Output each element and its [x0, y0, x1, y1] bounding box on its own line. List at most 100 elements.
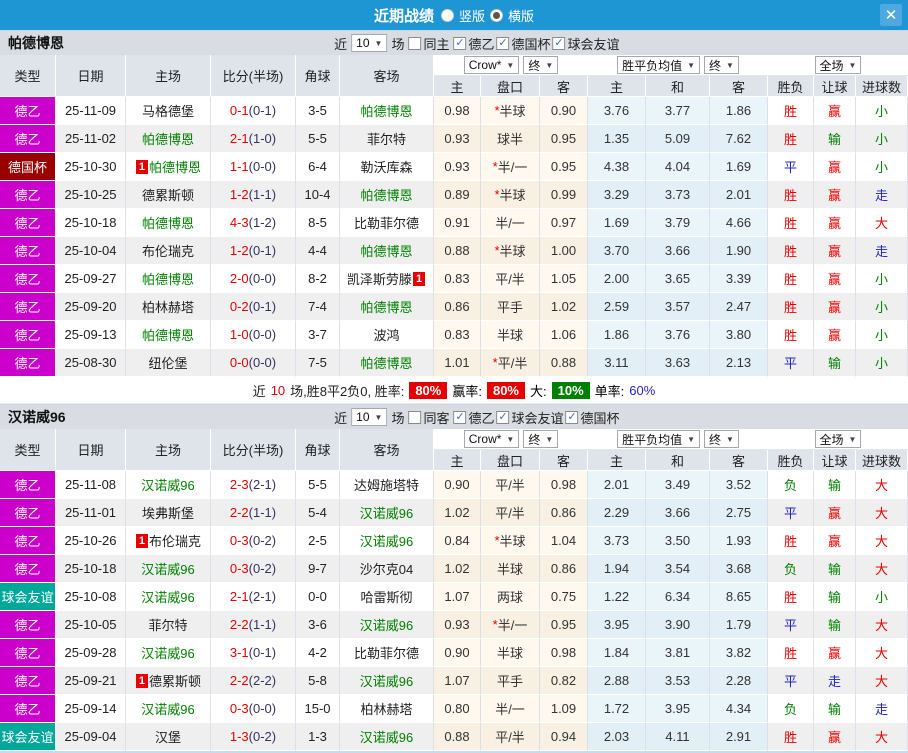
match-date: 25-10-18: [56, 555, 126, 583]
close-icon[interactable]: ✕: [880, 4, 902, 26]
scope-select[interactable]: 全场 ▼: [814, 56, 862, 74]
odds-final-select[interactable]: 终 ▼: [523, 56, 559, 74]
result-goals: 大: [856, 555, 908, 583]
result-handicap: 输: [814, 583, 856, 611]
match-score: 0-1 (0-1): [211, 97, 296, 125]
result-winloss: 胜: [768, 209, 814, 237]
match-count-select[interactable]: 10 ▼: [351, 408, 388, 426]
match-count-value: 10: [356, 36, 370, 50]
result-goals: 大: [856, 723, 908, 751]
result-winloss: 平: [768, 667, 814, 695]
league-filter-checkbox[interactable]: ✓ 德乙: [453, 408, 494, 427]
odds-final-select[interactable]: 终 ▼: [523, 430, 559, 448]
result-handicap: 输: [814, 555, 856, 583]
result-winloss: 平: [768, 499, 814, 527]
avg-draw: 3.66: [646, 237, 710, 265]
league-badge: 德乙: [0, 471, 56, 499]
away-team: 帕德博恩: [340, 293, 434, 321]
stats-text: 10: [270, 382, 286, 398]
away-team: 哈雷斯彻: [340, 583, 434, 611]
result-winloss: 负: [768, 555, 814, 583]
filter-controls: 近 10 ▼ 场 同客 ✓ 德乙 ✓ 球会友谊 ✓ 德国杯: [334, 408, 620, 427]
bookmaker-select[interactable]: Crow* ▼: [463, 56, 520, 74]
league-filter-checkbox[interactable]: ✓ 德国杯: [496, 34, 551, 53]
home-team: 1 帕德博恩: [126, 153, 211, 181]
away-team: 菲尔特: [340, 125, 434, 153]
avg-away: 7.62: [710, 125, 768, 153]
result-handicap: 赢: [814, 499, 856, 527]
subcol-winloss: 胜负: [768, 76, 814, 97]
same-venue-checkbox[interactable]: 同主: [408, 34, 449, 53]
checkbox-icon: ✓: [453, 36, 467, 50]
stats-label: 赢率:: [452, 383, 482, 399]
match-count-select[interactable]: 10 ▼: [351, 34, 388, 52]
avg-select[interactable]: 胜平负均值 ▼: [617, 430, 700, 448]
avg-select-group: 胜平负均值 ▼ 终 ▼: [588, 55, 768, 76]
bookmaker-select[interactable]: Crow* ▼: [463, 430, 520, 448]
horizontal-layout-label: 横版: [508, 8, 535, 24]
match-date: 25-09-04: [56, 723, 126, 751]
corner-score: 5-5: [296, 125, 340, 153]
avg-draw: 3.54: [646, 555, 710, 583]
avg-select[interactable]: 胜平负均值 ▼: [617, 56, 700, 74]
layout-radio-group: 竖版 横版: [440, 6, 535, 25]
match-date: 25-11-01: [56, 499, 126, 527]
league-badge: 德乙: [0, 611, 56, 639]
avg-away: 1.90: [710, 237, 768, 265]
chevron-down-icon: ▼: [726, 60, 734, 70]
vertical-layout-radio[interactable]: [440, 8, 454, 22]
games-label: 场: [391, 410, 405, 426]
avg-away: 1.69: [710, 153, 768, 181]
odds-home: 0.93: [434, 125, 481, 153]
avg-final-select[interactable]: 终 ▼: [704, 430, 739, 448]
away-team: 汉诺威96: [340, 611, 434, 639]
odds-away: 0.95: [540, 125, 588, 153]
league-filter-checkbox[interactable]: ✓ 德国杯: [565, 408, 620, 427]
table-row: 德乙 25-11-01 埃弗斯堡 2-2 (1-1) 5-4 汉诺威96 1.02…: [0, 499, 908, 527]
table-row: 德乙 25-08-30 纽伦堡 0-0 (0-0) 7-5 帕德博恩 1.01 *…: [0, 349, 908, 377]
result-goals: 走: [856, 181, 908, 209]
odds-handicap: 平手: [481, 667, 540, 695]
odds-home: 0.83: [434, 321, 481, 349]
title-bar: 近期战绩 竖版 横版 ✕: [0, 0, 908, 30]
league-badge: 德乙: [0, 555, 56, 583]
odds-handicap: * 半/一: [481, 153, 540, 181]
match-score: 4-3 (1-2): [211, 209, 296, 237]
avg-draw: 3.81: [646, 639, 710, 667]
vertical-layout-label: 竖版: [458, 8, 485, 24]
odds-away: 0.97: [540, 209, 588, 237]
result-handicap: 赢: [814, 97, 856, 125]
table-row: 德乙 25-10-18 帕德博恩 4-3 (1-2) 8-5 比勒菲尔德 0.91…: [0, 209, 908, 237]
chevron-down-icon: ▼: [687, 434, 695, 444]
scope-select[interactable]: 全场 ▼: [814, 430, 862, 448]
team-section: 帕德博恩 近 10 ▼ 场 同主 ✓ 德乙 ✓ 德国杯 ✓ 球会友谊 类型 日期 主场 比分…: [0, 30, 908, 404]
result-goals: 大: [856, 499, 908, 527]
same-venue-checkbox[interactable]: 同客: [408, 408, 449, 427]
match-score: 2-3 (2-1): [211, 471, 296, 499]
league-filter-checkbox[interactable]: ✓ 球会友谊: [496, 408, 564, 427]
match-score: 1-3 (0-2): [211, 723, 296, 751]
corner-score: 9-7: [296, 555, 340, 583]
avg-home: 3.70: [588, 237, 646, 265]
league-filters: ✓ 德乙 ✓ 球会友谊 ✓ 德国杯: [453, 408, 620, 427]
avg-draw: 4.04: [646, 153, 710, 181]
result-handicap: 赢: [814, 321, 856, 349]
league-filter-checkbox[interactable]: ✓ 球会友谊: [552, 34, 620, 53]
table-row: 德乙 25-11-09 马格德堡 0-1 (0-1) 3-5 帕德博恩 0.98 …: [0, 97, 908, 125]
chevron-down-icon: ▼: [848, 434, 857, 444]
odds-home: 0.98: [434, 97, 481, 125]
result-goals: 走: [856, 695, 908, 723]
away-team: 凯泽斯劳滕 1: [340, 265, 434, 293]
odds-handicap: 球半: [481, 125, 540, 153]
avg-final-select[interactable]: 终 ▼: [704, 56, 739, 74]
team-section: 汉诺威96 近 10 ▼ 场 同客 ✓ 德乙 ✓ 球会友谊 ✓ 德国杯 类型 日期 主场 比…: [0, 404, 908, 751]
horizontal-layout-radio[interactable]: [490, 8, 503, 22]
league-filter-checkbox[interactable]: ✓ 德乙: [453, 34, 494, 53]
avg-home: 1.86: [588, 321, 646, 349]
chevron-down-icon: ▼: [506, 60, 515, 70]
same-venue-label: 同主: [423, 36, 450, 52]
avg-home: 2.01: [588, 471, 646, 499]
avg-home: 1.22: [588, 583, 646, 611]
result-handicap: 赢: [814, 527, 856, 555]
checkbox-icon: ✓: [496, 410, 510, 424]
